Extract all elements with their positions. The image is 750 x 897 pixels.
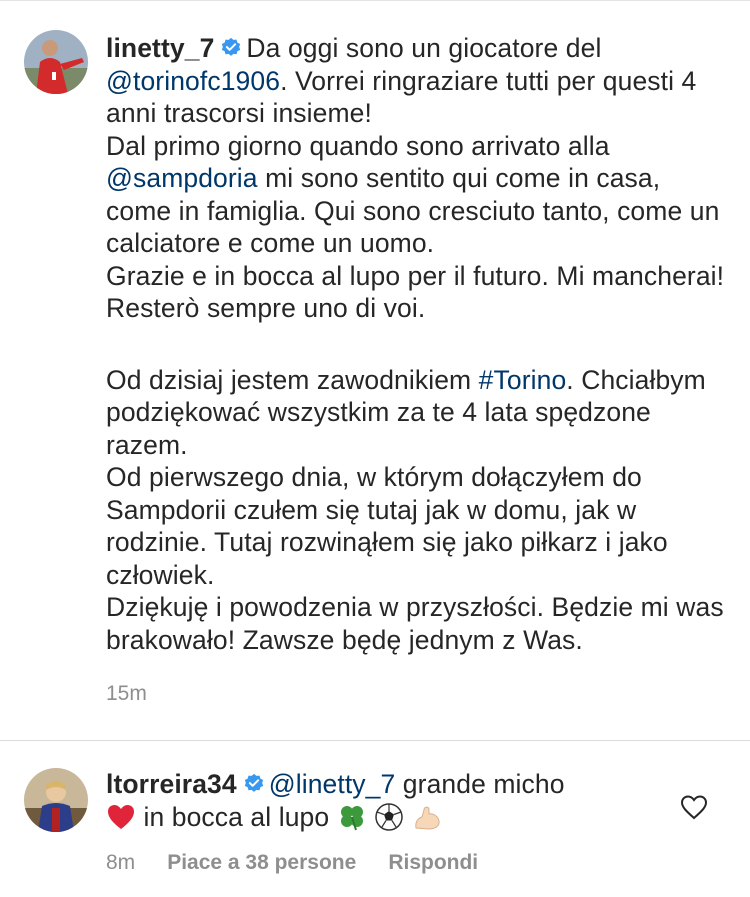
hashtag-torino[interactable]: #Torino	[479, 365, 567, 395]
caption-para2-a: Dal primo giorno quando sono arrivato al…	[106, 130, 610, 161]
caption-meta: 15m	[106, 682, 147, 706]
caption-text: linetty_7 Da oggi sono un giocatore del @…	[106, 32, 731, 656]
comment-text-b: in bocca al lupo	[136, 801, 330, 832]
reply-button[interactable]: Rispondi	[388, 851, 478, 875]
caption-para5: Od pierwszego dnia, w którym dołączyłem …	[106, 462, 668, 590]
commenter-username[interactable]: ltorreira34	[106, 769, 237, 799]
red-heart-emoji	[108, 804, 134, 829]
caption-para4-a: Od dzisiaj jestem zawodnikiem	[106, 364, 479, 395]
comment-text: ltorreira34 @linetty_7 grande micho in bo…	[106, 768, 731, 833]
verified-badge-icon	[222, 37, 241, 56]
caption-para3: Grazie e in bocca al lupo per il futuro.…	[106, 260, 725, 324]
soccer-ball-emoji	[375, 802, 403, 831]
comment-text-a: grande micho	[395, 769, 565, 799]
caption-para6: Dziękuję i powodzenia w przyszłości. Będ…	[106, 592, 724, 655]
comment-mention[interactable]: @linetty_7	[269, 769, 396, 799]
commenter-avatar[interactable]	[24, 768, 88, 832]
verified-badge-icon	[244, 773, 263, 792]
mention-sampdoria[interactable]: @sampdoria	[106, 163, 258, 193]
caption-intro: Da oggi sono un giocatore del	[246, 33, 602, 63]
comment-timestamp: 8m	[106, 851, 136, 874]
author-avatar[interactable]	[24, 30, 88, 94]
caption-timestamp: 15m	[106, 682, 147, 705]
post-caption: linetty_7 Da oggi sono un giocatore del @…	[0, 0, 750, 740]
flexed-biceps-emoji	[414, 806, 440, 830]
four-leaf-clover-emoji	[340, 805, 363, 830]
author-username[interactable]: linetty_7	[106, 33, 214, 63]
section-divider	[0, 740, 750, 741]
mention-torino[interactable]: @torinofc1906	[106, 66, 280, 96]
heart-outline-icon[interactable]	[680, 794, 708, 820]
comment-meta: 8m Piace a 38 persone Rispondi	[106, 851, 478, 875]
comment-likes-link[interactable]: Piace a 38 persone	[167, 851, 356, 875]
